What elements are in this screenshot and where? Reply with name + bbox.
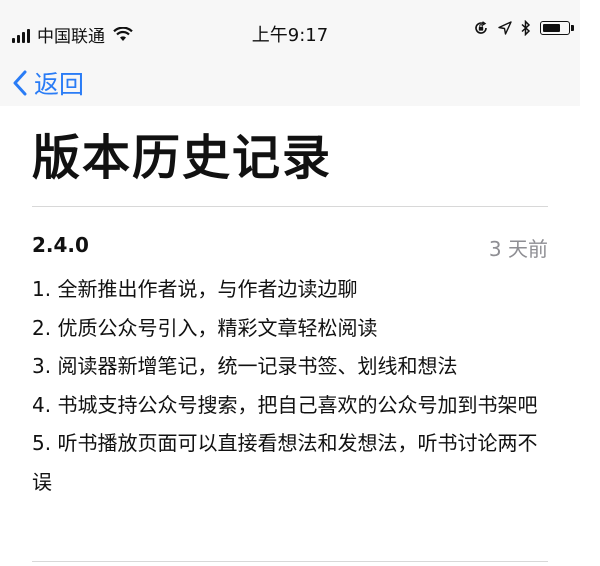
orientation-lock-icon (473, 20, 489, 36)
bluetooth-icon (521, 20, 531, 36)
bottom-divider (32, 561, 548, 562)
back-button-label: 返回 (34, 70, 85, 99)
battery-level-fill (543, 24, 560, 32)
version-header: 2.4.0 3 天前 (32, 233, 548, 263)
version-number: 2.4.0 (32, 233, 89, 257)
chevron-left-icon (13, 70, 27, 96)
navigation-bar: 返回 (0, 66, 580, 106)
page-title: 版本历史记录 (32, 130, 333, 186)
status-right (464, 20, 574, 36)
release-note-item: 1. 全新推出作者说，与作者边读边聊 (32, 277, 358, 301)
release-notes-list: 1. 全新推出作者说，与作者边读边聊 2. 优质公众号引入，精彩文章轻松阅读 3… (32, 270, 548, 501)
battery-icon (540, 21, 574, 35)
release-note-item: 4. 书城支持公众号搜索，把自己喜欢的公众号加到书架吧 (32, 392, 538, 417)
release-note-item: 2. 优质公众号引入，精彩文章轻松阅读 (32, 315, 378, 340)
status-bar: 中国联通 上午9:17 (0, 0, 580, 66)
release-time: 3 天前 (488, 237, 548, 261)
location-arrow-icon (498, 21, 512, 35)
back-button[interactable]: 返回 (12, 66, 84, 100)
title-divider (32, 206, 548, 207)
release-note-item: 3. 阅读器新增笔记，统一记录书签、划线和想法 (32, 354, 458, 378)
app-screen: 中国联通 上午9:17 返回 版本历史记录 2.4.0 3 天前 1. 全新推出… (0, 0, 600, 566)
release-note-item: 5. 听书播放页面可以直接看想法和发想法，听书讨论两不误 (32, 431, 538, 494)
